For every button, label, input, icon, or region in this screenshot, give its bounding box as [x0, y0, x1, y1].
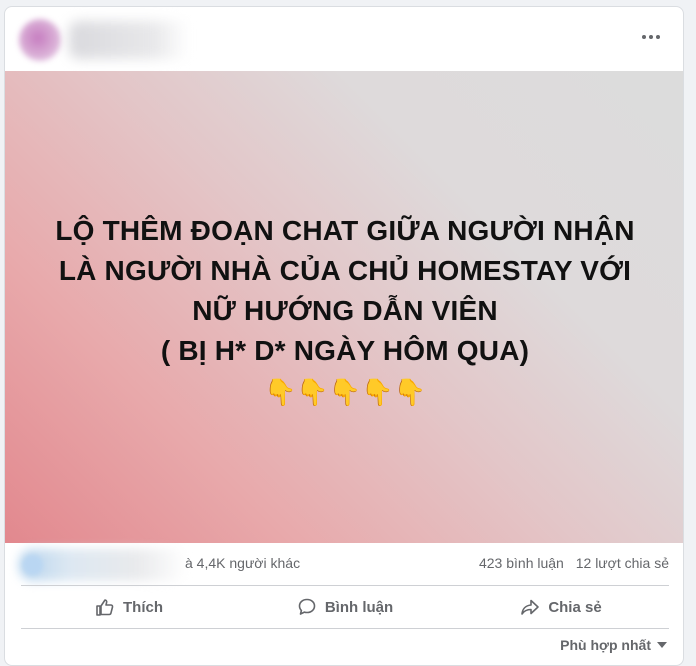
share-button[interactable]: Chia sẻ [453, 587, 669, 627]
headline-line: NỮ HƯỚNG DẪN VIÊN [192, 295, 498, 326]
post-headline: LỘ THÊM ĐOẠN CHAT GIỮA NGƯỜI NHẬN LÀ NGƯ… [5, 211, 683, 371]
post-stats: 423 bình luận 12 lượt chia sẻ [471, 555, 669, 571]
like-button[interactable]: Thích [21, 587, 237, 627]
comment-icon [298, 598, 316, 615]
comment-sort-dropdown[interactable]: Phù hợp nhất [560, 637, 667, 653]
share-label: Chia sẻ [548, 598, 602, 616]
sort-label: Phù hợp nhất [560, 637, 651, 653]
headline-line: LÀ NGƯỜI NHÀ CỦA CHỦ HOMESTAY VỚI [58, 255, 632, 286]
reaction-count[interactable]: à 4,4K người khác [185, 555, 300, 571]
avatar[interactable] [19, 19, 61, 61]
reactions-summary: à 4,4K người khác 423 bình luận 12 lượt … [5, 543, 683, 585]
pointing-down-icon: 👇👇👇👇👇 [264, 378, 426, 408]
post-actions: Thích Bình luận Chia sẻ [21, 587, 669, 627]
comment-label: Bình luận [324, 598, 394, 616]
divider [21, 585, 669, 586]
thumbs-up-icon [96, 599, 114, 616]
post-image[interactable]: LỘ THÊM ĐOẠN CHAT GIỮA NGƯỜI NHẬN LÀ NGƯ… [5, 71, 683, 543]
like-label: Thích [123, 598, 163, 616]
more-options-button[interactable] [637, 23, 665, 51]
reactors-blurred [19, 549, 187, 581]
comment-count[interactable]: 423 bình luận [479, 555, 564, 571]
share-count[interactable]: 12 lượt chia sẻ [576, 555, 669, 571]
author-name-blurred [69, 21, 189, 59]
more-options-icon [642, 35, 646, 39]
post-card: LỘ THÊM ĐOẠN CHAT GIỮA NGƯỜI NHẬN LÀ NGƯ… [4, 6, 684, 666]
headline-line: LỘ THÊM ĐOẠN CHAT GIỮA NGƯỜI NHẬN [55, 215, 635, 246]
caret-down-icon [657, 642, 667, 648]
divider [21, 628, 669, 629]
share-icon [521, 599, 540, 615]
post-header [5, 7, 683, 71]
comment-button[interactable]: Bình luận [237, 587, 453, 627]
reaction-icon[interactable] [23, 555, 43, 575]
headline-line: ( BỊ H* D* NGÀY HÔM QUA) [160, 335, 530, 366]
